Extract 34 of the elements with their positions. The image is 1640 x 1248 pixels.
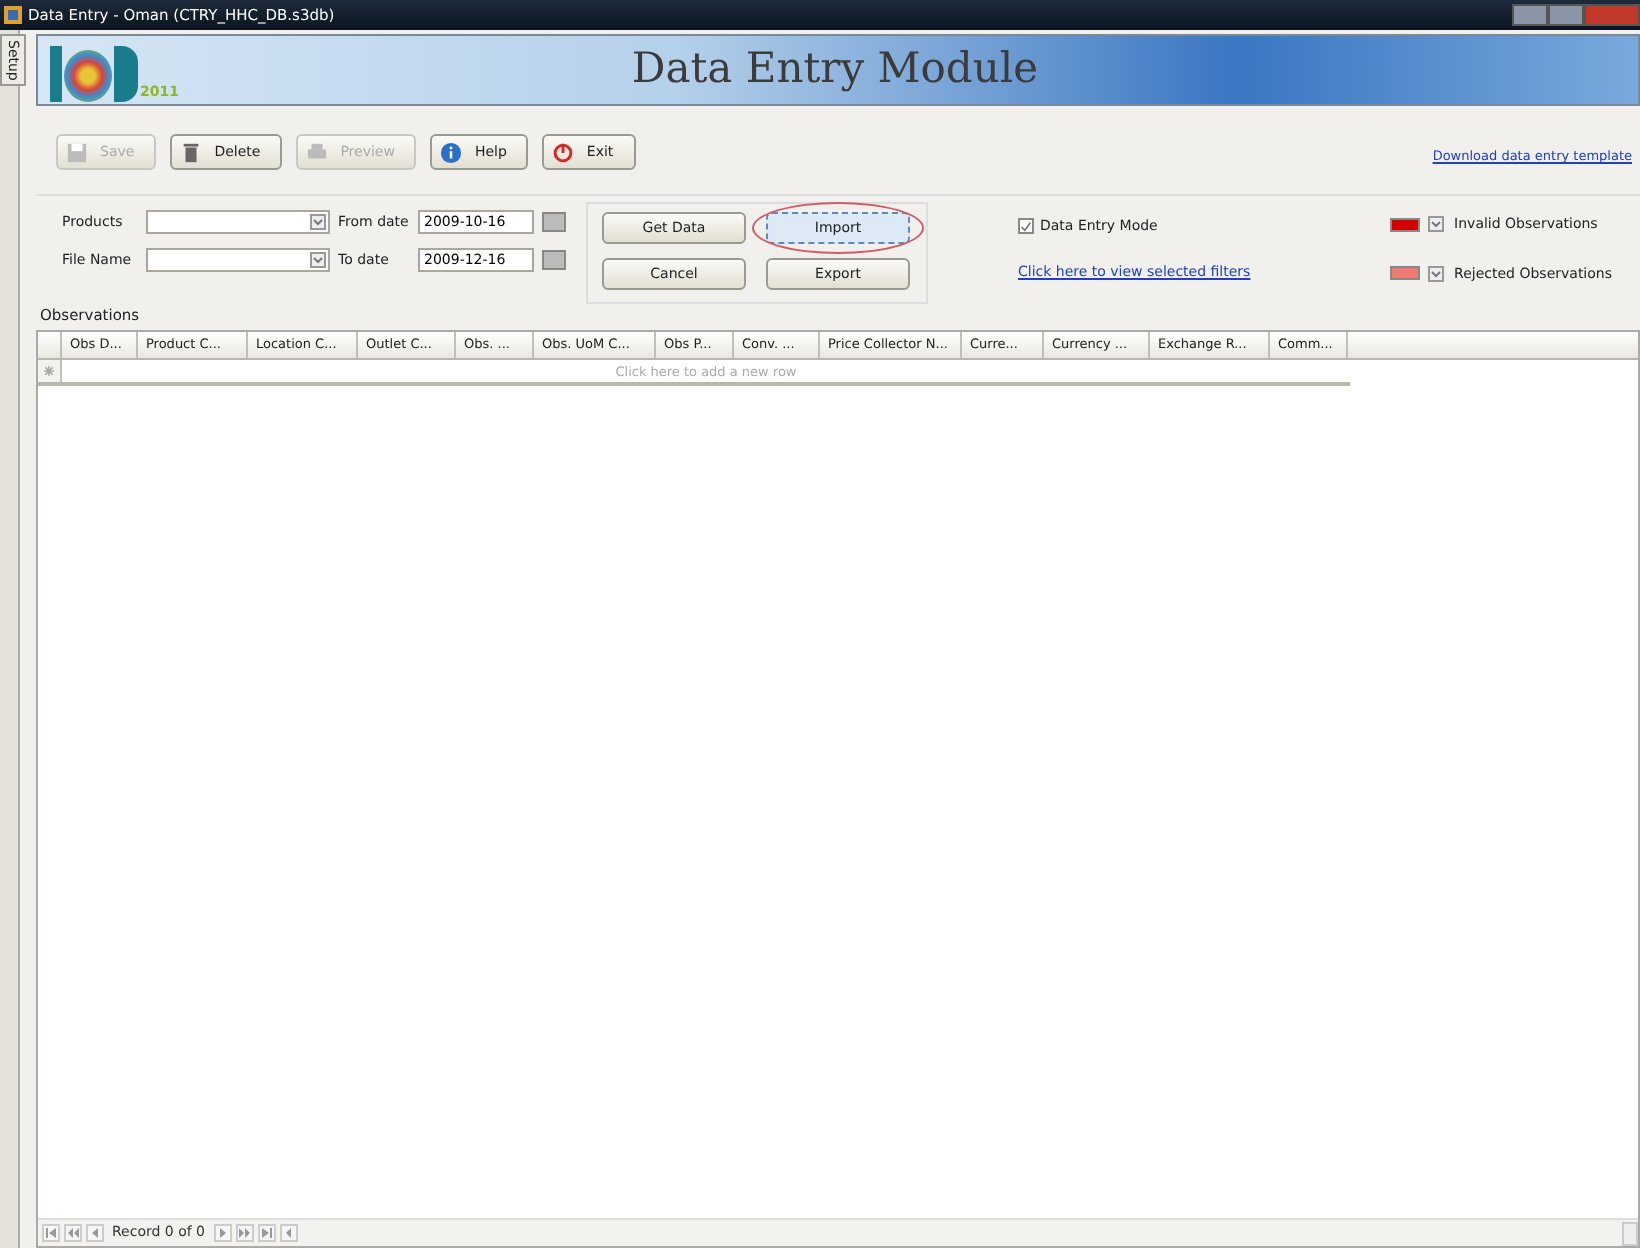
printer-icon xyxy=(306,141,329,163)
power-icon xyxy=(552,141,575,163)
maximize-button[interactable] xyxy=(1548,4,1584,26)
arrow-icon xyxy=(44,1226,58,1240)
arrow-icon xyxy=(237,1226,252,1240)
last-page-button[interactable] xyxy=(257,1224,276,1242)
arrow-icon xyxy=(259,1226,274,1240)
asterisk-icon xyxy=(44,366,54,377)
next-page-button[interactable] xyxy=(235,1224,254,1242)
color-swatch[interactable] xyxy=(1390,266,1421,281)
dropdown-field[interactable] xyxy=(1428,216,1445,233)
scroll-right-button[interactable] xyxy=(1622,1221,1638,1245)
first-page-button[interactable] xyxy=(42,1224,60,1242)
calendar-icon[interactable] xyxy=(542,250,566,270)
info-icon xyxy=(440,141,463,163)
previous-page-button[interactable] xyxy=(64,1224,82,1242)
dropdown-field[interactable] xyxy=(146,248,330,272)
arrow-icon xyxy=(215,1226,230,1240)
module-title: Data Entry Module xyxy=(631,42,1038,97)
minimize-button[interactable] xyxy=(1512,4,1548,26)
arrow-icon xyxy=(281,1226,296,1240)
arrow-icon xyxy=(66,1226,80,1240)
next-button[interactable] xyxy=(213,1224,232,1242)
trash-icon xyxy=(180,141,203,163)
color-swatch[interactable] xyxy=(1390,217,1421,232)
calendar-icon[interactable] xyxy=(542,212,566,232)
close-button[interactable] xyxy=(1584,4,1640,26)
checkbox[interactable] xyxy=(1018,218,1034,235)
dropdown-field[interactable] xyxy=(1428,265,1445,282)
previous-button[interactable] xyxy=(86,1224,104,1242)
scroll-left-button[interactable] xyxy=(279,1224,298,1242)
arrow-icon xyxy=(88,1226,102,1240)
app-icon xyxy=(4,6,22,24)
dropdown-field[interactable] xyxy=(146,210,330,234)
